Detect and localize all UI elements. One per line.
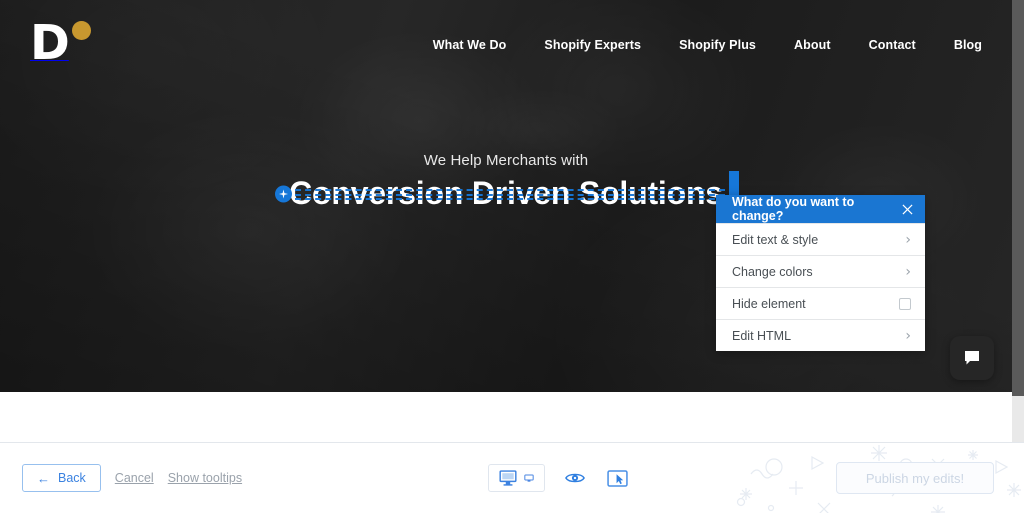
nav-item-contact[interactable]: Contact [869, 38, 916, 52]
popup-item-label: Edit HTML [732, 328, 792, 343]
popup-item-label: Hide element [732, 296, 806, 311]
popup-title: What do you want to change? [732, 195, 855, 223]
selection-line-mid [295, 193, 725, 196]
toolbar-right-group: Publish my edits! [724, 443, 1024, 513]
chevron-right-icon: › [905, 231, 911, 248]
hero-eyebrow: We Help Merchants with [423, 152, 589, 169]
popup-item-edit-text-style[interactable]: Edit text & style › [716, 223, 925, 255]
popup-item-label: Change colors [732, 264, 813, 279]
selection-line-bottom [295, 197, 725, 200]
popup-header: What do you want to change? [716, 195, 925, 223]
toolbar-left-group: ← Back Cancel Show tooltips [0, 464, 242, 492]
eye-icon [565, 473, 585, 483]
editor-toolbar: ← Back Cancel Show tooltips Publish my e… [0, 442, 1024, 513]
toolbar-center-group [488, 464, 629, 492]
publish-edits-label: Publish my edits! [865, 470, 965, 486]
preview-toggle-button[interactable] [563, 466, 587, 490]
page-scrollbar-thumb[interactable] [1012, 0, 1024, 396]
logo-dot-icon [72, 21, 91, 40]
popup-item-label: Edit text & style [732, 232, 819, 247]
chat-widget-button[interactable] [950, 336, 994, 380]
hide-element-checkbox[interactable] [899, 297, 911, 310]
interactive-mode-button[interactable] [605, 466, 629, 490]
editor-screen: D What We Do Shopify Experts Shopify Plu… [0, 0, 1024, 513]
close-icon[interactable] [898, 200, 916, 218]
site-logo[interactable]: D [30, 19, 96, 71]
popup-item-edit-html[interactable]: Edit HTML › [716, 319, 925, 351]
nav-links: What We Do Shopify Experts Shopify Plus … [433, 38, 1002, 52]
chevron-right-icon: › [905, 263, 911, 280]
edit-options-popup: What do you want to change? Edit text & … [716, 195, 925, 351]
arrow-left-icon: ← [37, 470, 50, 486]
nav-item-about[interactable]: About [794, 38, 831, 52]
show-tooltips-link[interactable]: Show tooltips [168, 471, 242, 485]
site-navbar: D What We Do Shopify Experts Shopify Plu… [0, 0, 1012, 90]
screen-cursor-icon [606, 469, 628, 487]
nav-item-what-we-do[interactable]: What We Do [433, 38, 507, 52]
chevron-right-icon: › [905, 327, 911, 344]
popup-item-change-colors[interactable]: Change colors › [716, 255, 925, 287]
site-content-below-hero [0, 392, 1012, 442]
desktop-monitor-icon [499, 470, 517, 486]
nav-item-shopify-experts[interactable]: Shopify Experts [544, 38, 641, 52]
selection-line-top [295, 189, 725, 192]
hero-title-selection[interactable]: Conversion Driven Solutions [275, 171, 739, 212]
popup-item-hide-element[interactable]: Hide element [716, 287, 925, 319]
publish-edits-button[interactable]: Publish my edits! [836, 462, 994, 494]
logo-letter: D [30, 15, 70, 71]
back-button-label: Back [58, 471, 86, 485]
selection-sparkle-handle-icon[interactable] [275, 185, 293, 202]
device-selector[interactable] [488, 464, 545, 492]
back-button[interactable]: ← Back [22, 464, 101, 492]
nav-item-blog[interactable]: Blog [954, 38, 982, 52]
nav-item-shopify-plus[interactable]: Shopify Plus [679, 38, 756, 52]
chat-bubble-icon [965, 351, 979, 365]
cancel-link[interactable]: Cancel [115, 471, 154, 485]
chevron-down-icon [524, 474, 534, 482]
page-scrollbar-track[interactable] [1012, 0, 1024, 442]
